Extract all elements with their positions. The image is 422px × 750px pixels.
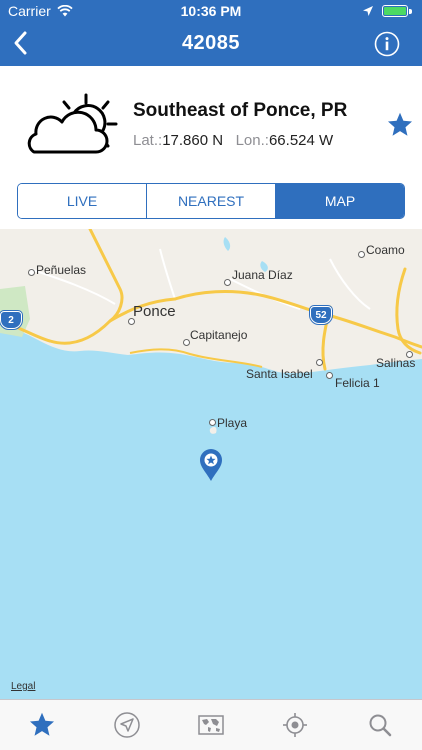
place-label-ponce: Ponce — [133, 303, 176, 320]
location-services-icon — [362, 4, 374, 20]
place-label-santa-isabel: Santa Isabel — [246, 367, 313, 381]
route-shield-52: 52 — [309, 305, 333, 325]
star-icon — [30, 712, 55, 736]
station-info-panel: Southeast of Ponce, PR Lat.:17.860 N Lon… — [0, 66, 422, 180]
segment-map[interactable]: MAP — [276, 184, 404, 218]
partly-cloudy-icon — [24, 92, 120, 158]
star-icon — [387, 112, 413, 136]
status-bar: Carrier 10:36 PM — [0, 0, 422, 22]
navigation-header: Carrier 10:36 PM 42085 — [0, 0, 422, 66]
location-arrow-icon — [113, 712, 140, 738]
buoy-pin-icon — [200, 449, 222, 481]
tab-bar — [0, 699, 422, 750]
place-dot — [224, 279, 231, 286]
tab-locate[interactable] — [253, 700, 337, 750]
segment-nearest[interactable]: NEAREST — [147, 184, 276, 218]
place-dot — [326, 372, 333, 379]
place-label-penuelas: Peñuelas — [36, 263, 87, 277]
lat-value: 17.860 N — [162, 132, 224, 149]
legal-link[interactable]: Legal — [11, 681, 35, 692]
segment-live[interactable]: LIVE — [18, 184, 147, 218]
favorite-button[interactable] — [386, 111, 414, 139]
tab-favorites[interactable] — [0, 700, 84, 750]
info-button[interactable] — [374, 31, 400, 57]
place-dot — [316, 359, 323, 366]
place-dot — [209, 419, 216, 426]
place-dot — [183, 339, 190, 346]
world-map-icon — [198, 715, 224, 735]
status-time: 10:36 PM — [180, 3, 242, 19]
place-label-juana-diaz: Juana Díaz — [232, 268, 293, 282]
view-segmented-control: LIVE NEAREST MAP — [17, 183, 405, 219]
place-dot — [358, 251, 365, 258]
route-shield-2: 2 — [0, 310, 23, 330]
crosshair-icon — [283, 713, 308, 737]
tab-search[interactable] — [338, 700, 422, 750]
place-label-salinas: Salinas — [376, 356, 416, 370]
place-label-playa: Playa — [217, 416, 248, 430]
info-icon — [374, 31, 400, 57]
place-label-felicia: Felicia 1 — [335, 376, 380, 390]
lon-value: 66.524 W — [268, 132, 334, 149]
buoy-marker[interactable] — [198, 448, 224, 482]
station-name: Southeast of Ponce, PR — [133, 100, 348, 121]
lon-label: Lon.: — [235, 132, 269, 149]
place-label-coamo: Coamo — [366, 243, 405, 257]
tab-map[interactable] — [169, 700, 253, 750]
search-icon — [369, 714, 392, 737]
place-label-capitanejo: Capitanejo — [190, 328, 248, 342]
station-coordinates: Lat.:17.860 N Lon.:66.524 W — [133, 132, 333, 149]
battery-icon — [382, 5, 412, 17]
station-id-title: 42085 — [181, 32, 241, 54]
lat-label: Lat.: — [133, 132, 163, 149]
station-map[interactable]: Peñuelas Juana Díaz Coamo Ponce Capitane… — [0, 229, 422, 699]
tab-nearby[interactable] — [84, 700, 168, 750]
place-dot — [28, 269, 35, 276]
